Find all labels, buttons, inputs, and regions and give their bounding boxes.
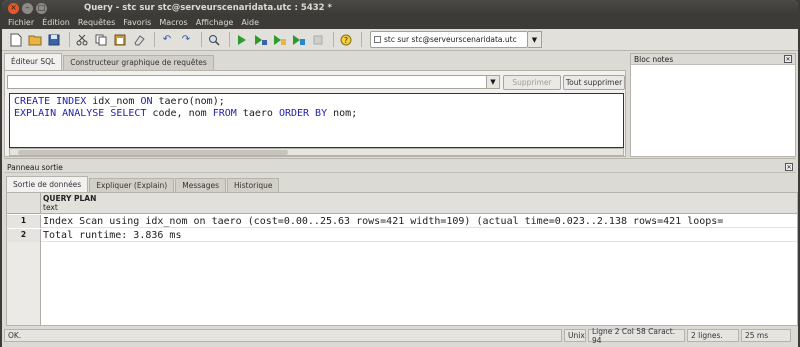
sql-token: idx_nom [86, 96, 141, 107]
notes-title: Bloc notes [634, 54, 674, 64]
undo-icon[interactable]: ↶ [159, 32, 175, 48]
execute-icon[interactable] [234, 32, 250, 48]
column-name: QUERY PLAN [43, 194, 97, 203]
cut-icon[interactable] [74, 32, 90, 48]
menu-aide[interactable]: Aide [241, 18, 259, 27]
menu-bar: Fichier Édition Requêtes Favoris Macros … [2, 16, 798, 29]
connection-label: stc sur stc@serveurscenaridata.utc [384, 35, 517, 44]
status-line-ending: Unix [564, 329, 586, 342]
status-bar: OK. Unix Ligne 2 Col 58 Caract. 94 2 lig… [4, 327, 796, 345]
chevron-down-icon[interactable]: ▼ [486, 75, 500, 89]
chevron-down-icon[interactable]: ▼ [528, 31, 542, 48]
results-grid: QUERY PLAN text 1 Index Scan using idx_n… [6, 192, 798, 326]
close-window-button[interactable]: × [8, 2, 19, 14]
tab-explain[interactable]: Expliquer (Explain) [89, 178, 175, 192]
row-header-fill [7, 242, 41, 325]
menu-macros[interactable]: Macros [159, 18, 187, 27]
open-folder-icon[interactable] [27, 32, 43, 48]
menu-edition[interactable]: Édition [42, 18, 70, 27]
status-row-count: 2 lignes. [687, 329, 739, 342]
status-execution-time: 25 ms [741, 329, 791, 342]
output-tabs: Sortie de données Expliquer (Explain) Me… [6, 176, 280, 192]
clear-icon[interactable] [131, 32, 147, 48]
tab-data-output[interactable]: Sortie de données [6, 176, 89, 192]
toolbar-separator [69, 32, 70, 47]
execute-pgscript-icon[interactable] [253, 32, 269, 48]
sql-token: ON [140, 96, 153, 107]
notes-panel: Bloc notes ✕ [630, 53, 796, 157]
sql-token: ORDER BY [278, 108, 328, 119]
column-header-query-plan[interactable]: QUERY PLAN text [43, 194, 96, 212]
sql-token: nom; [327, 108, 358, 119]
toolbar-separator [201, 32, 202, 47]
cell-query-plan[interactable]: Total runtime: 3.836 ms [43, 229, 181, 242]
row-number: 1 [7, 215, 41, 228]
help-icon[interactable]: ? [338, 32, 354, 48]
sql-line-2: EXPLAIN ANALYSE SELECT code, nom FROM ta… [14, 108, 619, 120]
app-window: × – □ Query - stc sur stc@serveurscenari… [2, 0, 798, 347]
menu-favoris[interactable]: Favoris [123, 18, 151, 27]
menu-fichier[interactable]: Fichier [8, 18, 34, 27]
redo-icon[interactable]: ↷ [178, 32, 194, 48]
delete-button[interactable]: Supprimer [503, 75, 561, 90]
tab-messages[interactable]: Messages [175, 178, 227, 192]
editor-horizontal-scrollbar[interactable] [9, 148, 624, 156]
cancel-query-icon[interactable] [310, 32, 326, 48]
find-icon[interactable] [206, 32, 222, 48]
grid-header: QUERY PLAN text [7, 193, 797, 214]
table-row[interactable]: 2 Total runtime: 3.836 ms [7, 229, 797, 242]
row-number: 2 [7, 229, 41, 242]
notes-header: Bloc notes ✕ [631, 54, 795, 65]
scrollbar-thumb[interactable] [18, 150, 288, 155]
save-icon[interactable] [46, 32, 62, 48]
menu-affichage[interactable]: Affichage [196, 18, 234, 27]
delete-all-button[interactable]: Tout supprimer [563, 75, 625, 90]
sql-editor-area: ▼ Supprimer Tout supprimer CREATE INDEX … [4, 70, 626, 157]
toolbar-separator [154, 32, 155, 47]
sql-line-1: CREATE INDEX idx_nom ON taero(nom); [14, 96, 619, 108]
output-panel-header: Panneau sortie ✕ [4, 162, 796, 173]
notes-text-area[interactable] [631, 65, 795, 156]
sql-token: taero(nom); [152, 96, 225, 107]
window-title: Query - stc sur stc@serveurscenaridata.u… [84, 3, 332, 13]
toolbar-separator [229, 32, 230, 47]
title-bar: × – □ Query - stc sur stc@serveurscenari… [2, 0, 798, 16]
connection-checkbox-icon [374, 36, 381, 43]
sql-token: CREATE INDEX [14, 96, 87, 107]
cell-query-plan[interactable]: Index Scan using idx_nom on taero (cost=… [43, 215, 723, 228]
tab-sql-editor[interactable]: Éditeur SQL [4, 53, 63, 70]
sql-token: code, nom [146, 108, 213, 119]
sql-token: taero [236, 108, 279, 119]
toolbar-separator [333, 32, 334, 47]
editor-tabs: Éditeur SQL Constructeur graphique de re… [4, 53, 626, 70]
output-panel-title: Panneau sortie [7, 162, 63, 172]
sql-token: FROM [212, 108, 237, 119]
new-file-icon[interactable] [8, 32, 24, 48]
explain-icon[interactable] [272, 32, 288, 48]
sql-text-editor[interactable]: CREATE INDEX idx_nom ON taero(nom); EXPL… [9, 93, 624, 148]
connection-select[interactable]: stc sur stc@serveurscenaridata.utc [370, 31, 528, 48]
sql-token: EXPLAIN ANALYSE SELECT [14, 108, 147, 119]
grid-corner[interactable] [7, 193, 41, 214]
query-history-select[interactable] [7, 75, 499, 89]
toolbar: ↶ ↷ ? stc sur stc@serveurscenaridata.utc… [2, 29, 798, 51]
tab-history[interactable]: Historique [227, 178, 280, 192]
tab-graphical-query-builder[interactable]: Constructeur graphique de requêtes [63, 55, 214, 70]
toolbar-separator [361, 32, 362, 47]
close-icon[interactable]: ✕ [785, 163, 793, 171]
close-icon[interactable]: ✕ [784, 55, 792, 63]
svg-text:?: ? [344, 36, 348, 45]
minimize-window-button[interactable]: – [22, 2, 33, 14]
copy-icon[interactable] [93, 32, 109, 48]
paste-icon[interactable] [112, 32, 128, 48]
column-type: text [43, 203, 58, 212]
explain-analyze-icon[interactable] [291, 32, 307, 48]
sql-editor-panel: Éditeur SQL Constructeur graphique de re… [4, 53, 626, 157]
status-message: OK. [4, 329, 562, 342]
status-cursor-position: Ligne 2 Col 58 Caract. 94 [588, 327, 685, 345]
maximize-window-button[interactable]: □ [36, 2, 47, 14]
menu-requetes[interactable]: Requêtes [78, 18, 115, 27]
table-row[interactable]: 1 Index Scan using idx_nom on taero (cos… [7, 215, 797, 228]
